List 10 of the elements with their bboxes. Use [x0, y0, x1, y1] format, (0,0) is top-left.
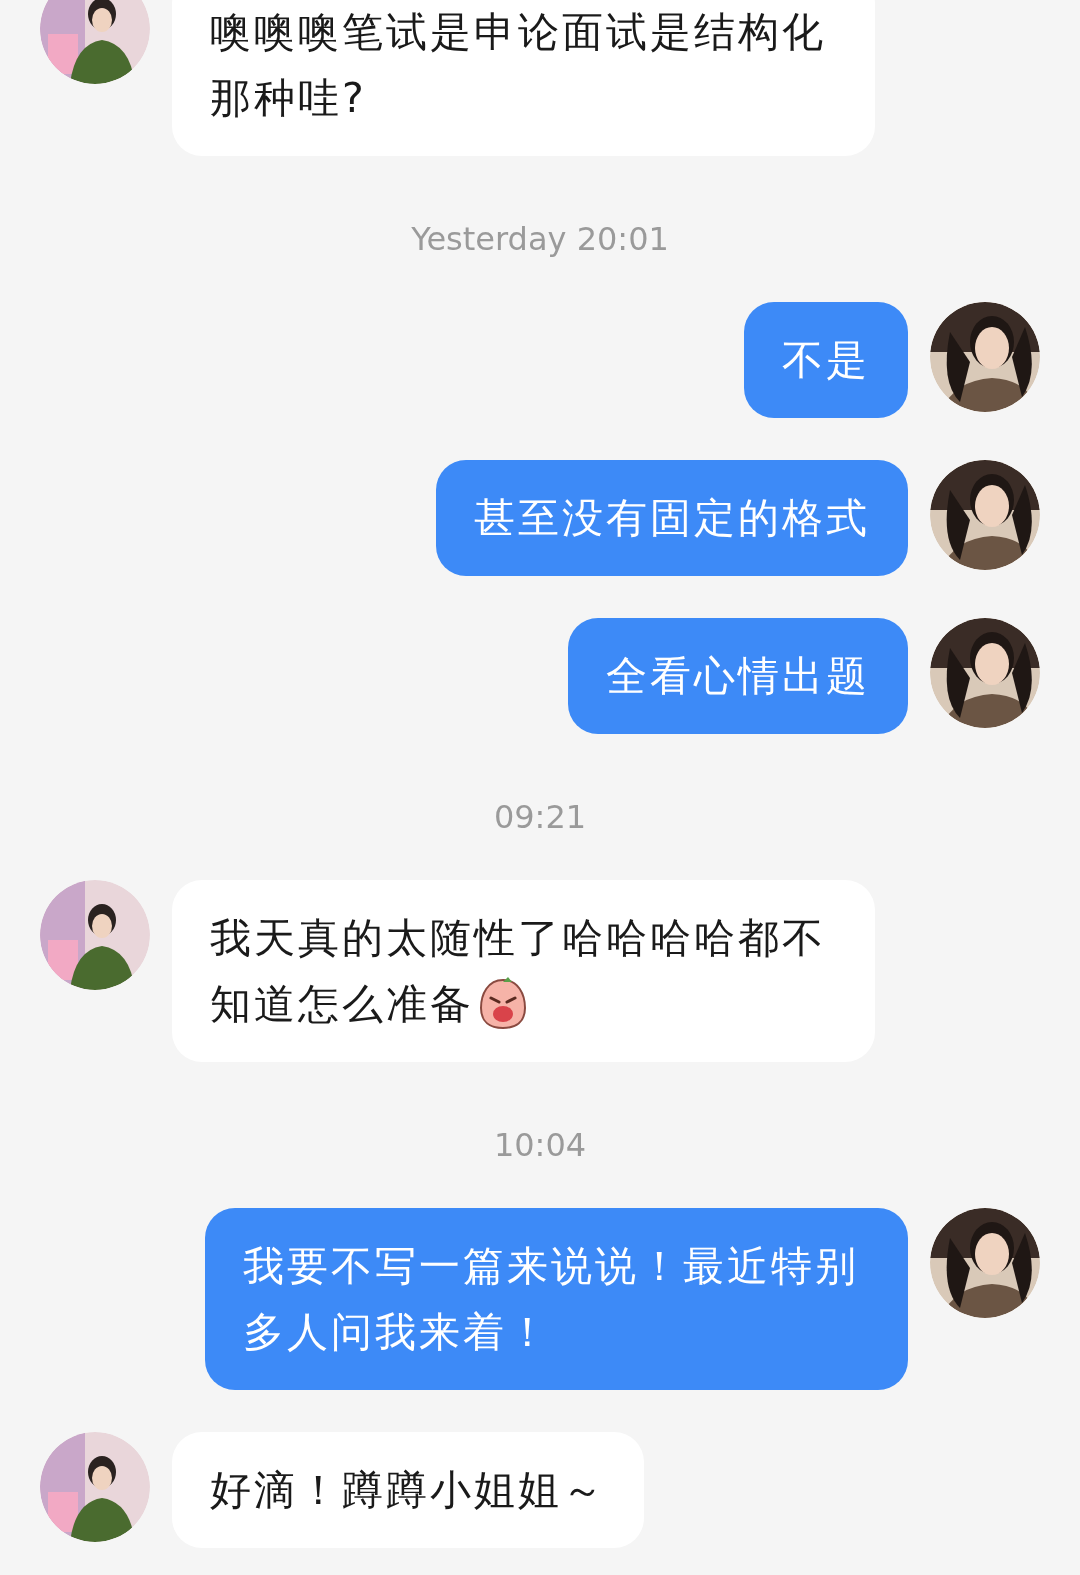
message-bubble: 不是 — [744, 302, 908, 418]
timestamp: Yesterday 20:01 — [411, 220, 669, 258]
message-bubble: 我天真的太随性了哈哈哈哈都不知道怎么准备 — [172, 880, 875, 1062]
timestamp: 09:21 — [493, 798, 587, 836]
message-bubble: 甚至没有固定的格式 — [436, 460, 908, 576]
message-bubble: 我要不写一篇来说说！最近特别多人问我来着！ — [205, 1208, 908, 1390]
timestamp: 10:04 — [493, 1126, 587, 1164]
message-bubble: 好滴！蹲蹲小姐姐～ — [172, 1432, 644, 1548]
message-bubble: 噢噢噢笔试是申论面试是结构化那种哇? — [172, 0, 875, 156]
message-bubble: 全看心情出题 — [568, 618, 908, 734]
